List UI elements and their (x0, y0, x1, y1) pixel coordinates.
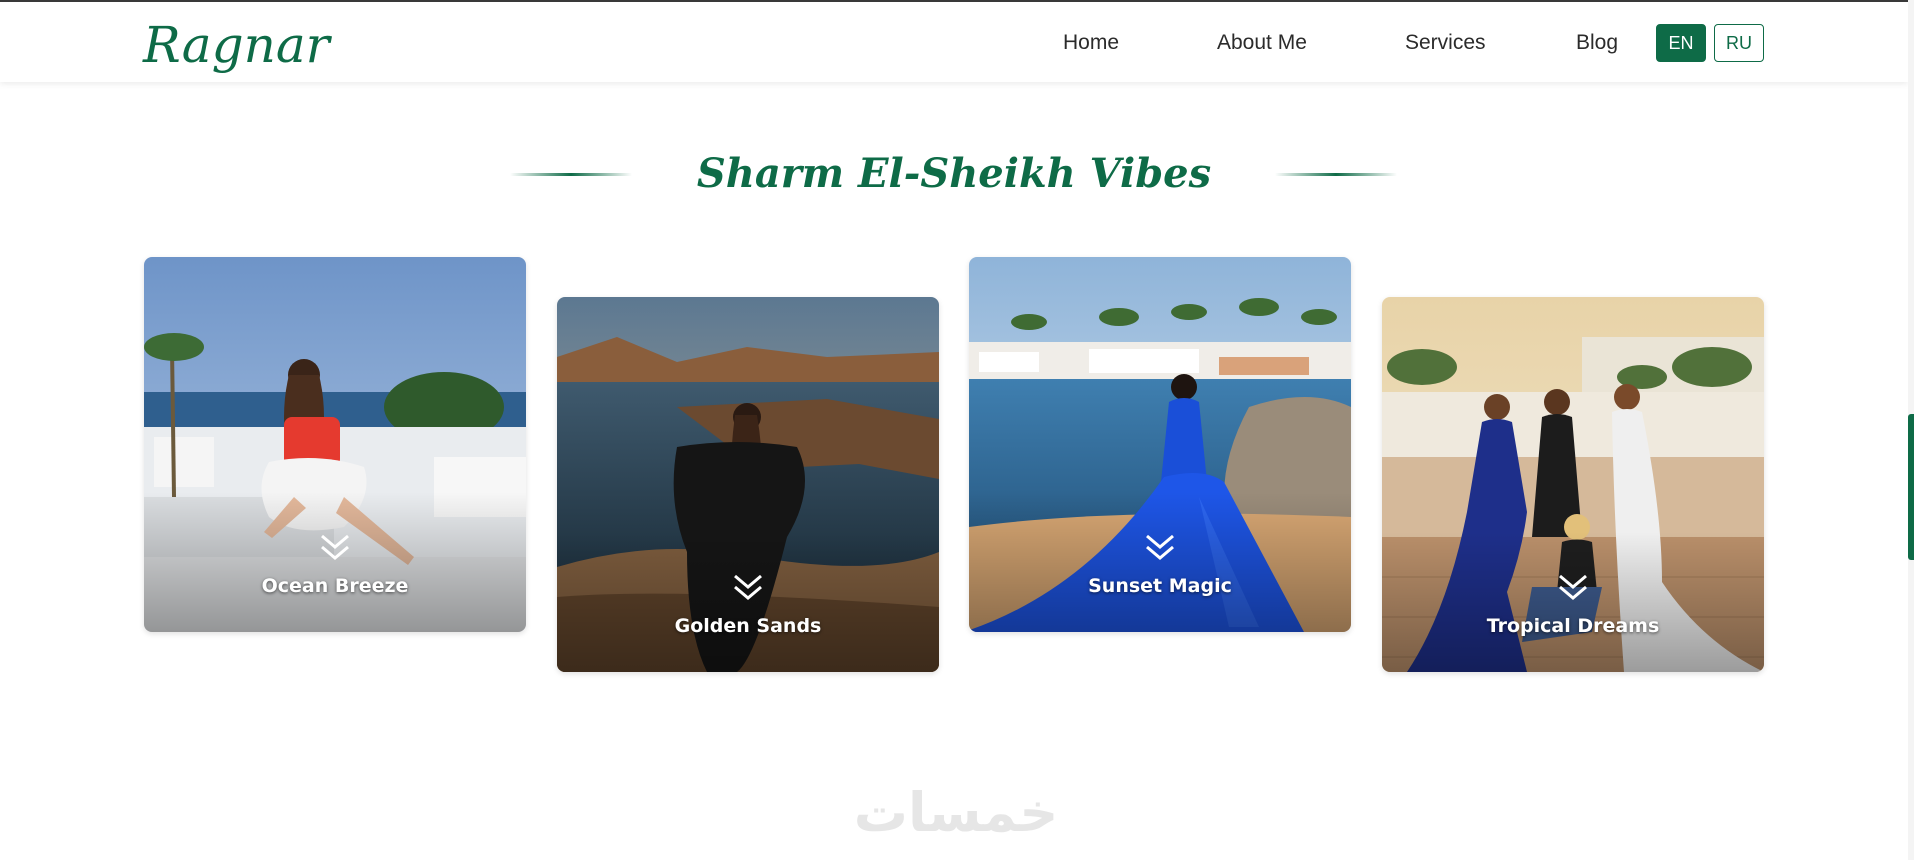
language-button-en[interactable]: EN (1656, 24, 1706, 62)
card-caption: Sunset Magic (1088, 575, 1232, 597)
navbar: Ragnar Home About Me Services Blog EN RU (0, 2, 1908, 82)
scrollbar-thumb[interactable] (1908, 414, 1914, 560)
chevron-double-down-icon[interactable] (319, 533, 351, 563)
card-caption: Golden Sands (674, 615, 822, 637)
nav-link-services[interactable]: Services (1405, 30, 1486, 56)
nav-link-about-me[interactable]: About Me (1217, 30, 1307, 56)
watermark: خمسات (853, 781, 1059, 844)
language-button-ru[interactable]: RU (1714, 24, 1764, 62)
section-title: Sharm El-Sheikh Vibes (696, 150, 1212, 197)
nav-link-home[interactable]: Home (1063, 30, 1119, 56)
chevron-double-down-icon[interactable] (1144, 533, 1176, 563)
card-caption: Ocean Breeze (261, 575, 409, 597)
gallery-card-sunset-magic[interactable]: Sunset Magic (969, 257, 1351, 632)
nav-link-blog[interactable]: Blog (1576, 30, 1618, 56)
card-caption: Tropical Dreams (1486, 615, 1660, 637)
logo[interactable]: Ragnar (143, 10, 330, 80)
title-decoration-right (1275, 173, 1397, 176)
gallery-card-tropical-dreams[interactable]: Tropical Dreams (1382, 297, 1764, 672)
gallery-card-ocean-breeze[interactable]: Ocean Breeze (144, 257, 526, 632)
chevron-double-down-icon[interactable] (732, 573, 764, 603)
chevron-double-down-icon[interactable] (1557, 573, 1589, 603)
gallery-card-golden-sands[interactable]: Golden Sands (557, 297, 939, 672)
